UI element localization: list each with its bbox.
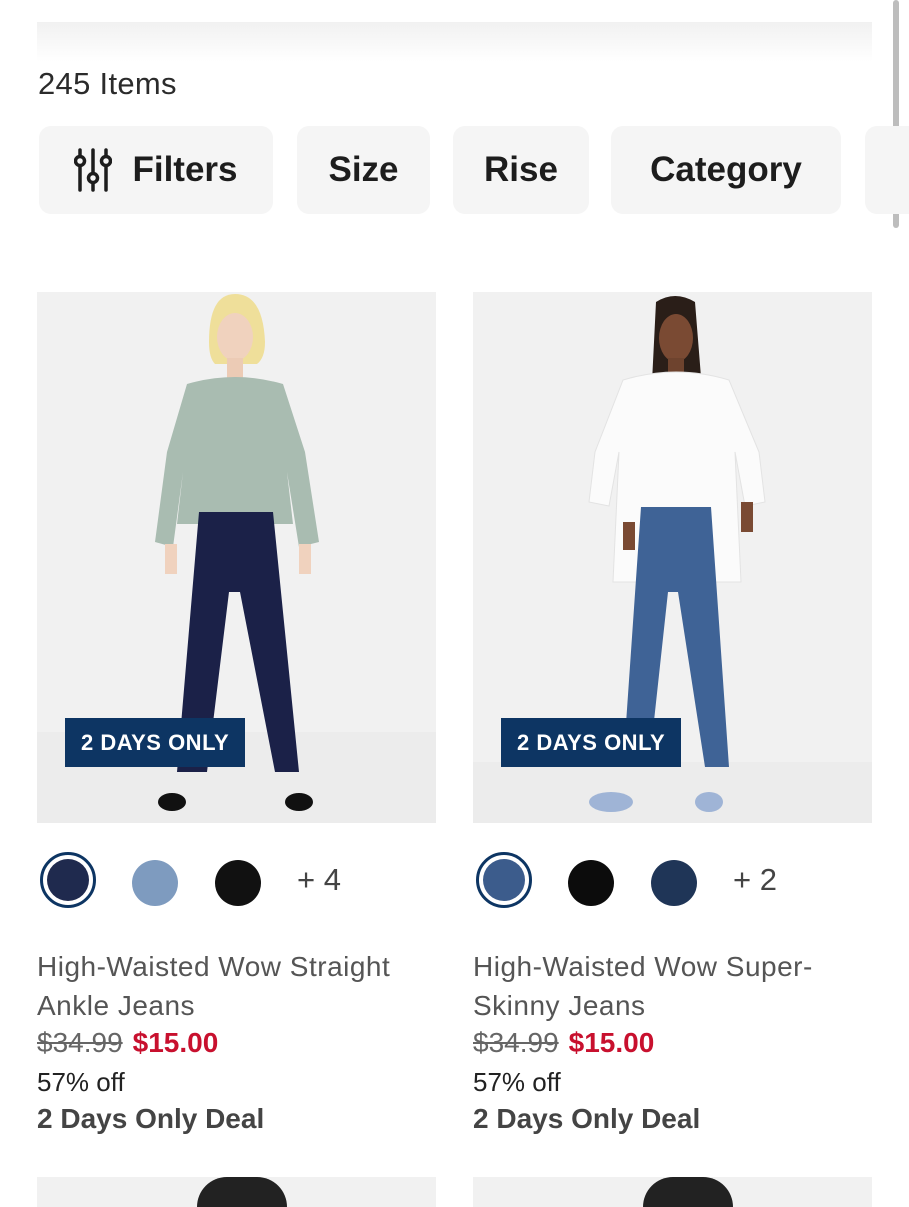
sliders-icon <box>74 148 113 192</box>
more-colors-count[interactable]: + 4 <box>297 862 341 898</box>
category-label: Category <box>650 150 802 189</box>
original-price: $34.99 <box>473 1027 559 1058</box>
product-image[interactable]: 2 DAYS ONLY <box>37 292 436 823</box>
original-price: $34.99 <box>37 1027 123 1058</box>
category-filter-button[interactable]: Category <box>611 126 841 214</box>
product-title[interactable]: High-Waisted Wow Straight Ankle Jeans <box>37 947 436 1025</box>
results-count: 245 Items <box>38 66 177 101</box>
promo-badge: 2 DAYS ONLY <box>501 718 682 767</box>
next-product-image[interactable] <box>473 1177 872 1207</box>
size-label: Size <box>328 150 399 189</box>
color-swatches: + 4 <box>37 852 436 916</box>
price-row: $34.99 $15.00 <box>37 1027 218 1059</box>
promo-badge: 2 DAYS ONLY <box>65 718 246 767</box>
color-swatches: + 2 <box>473 852 872 916</box>
discount-percent: 57% off <box>37 1067 125 1097</box>
product-image[interactable]: 2 DAYS ONLY <box>473 292 872 823</box>
price-row: $34.99 $15.00 <box>473 1027 654 1059</box>
size-filter-button[interactable]: Size <box>297 126 430 214</box>
color-swatch-selected[interactable] <box>40 852 96 908</box>
rise-label: Rise <box>484 150 558 189</box>
color-swatch[interactable] <box>215 860 261 906</box>
model-hair <box>643 1177 733 1207</box>
sale-price: $15.00 <box>568 1027 655 1058</box>
filters-button[interactable]: Filters <box>39 126 273 214</box>
more-filter-button[interactable] <box>865 126 909 214</box>
color-swatch[interactable] <box>651 860 697 906</box>
color-swatch-selected[interactable] <box>476 852 532 908</box>
next-product-image[interactable] <box>37 1177 436 1207</box>
discount-percent: 57% off <box>473 1067 561 1097</box>
rise-filter-button[interactable]: Rise <box>453 126 589 214</box>
header-shadow <box>37 22 872 62</box>
filters-label: Filters <box>132 150 238 189</box>
sale-price: $15.00 <box>132 1027 219 1058</box>
color-swatch[interactable] <box>568 860 614 906</box>
product-title[interactable]: High-Waisted Wow Super-Skinny Jeans <box>473 947 872 1025</box>
deal-label: 2 Days Only Deal <box>473 1103 701 1134</box>
more-colors-count[interactable]: + 2 <box>733 862 777 898</box>
deal-label: 2 Days Only Deal <box>37 1103 265 1134</box>
color-swatch[interactable] <box>132 860 178 906</box>
model-hair <box>197 1177 287 1207</box>
filter-chip-bar: Filters Size Rise Category <box>39 126 909 214</box>
